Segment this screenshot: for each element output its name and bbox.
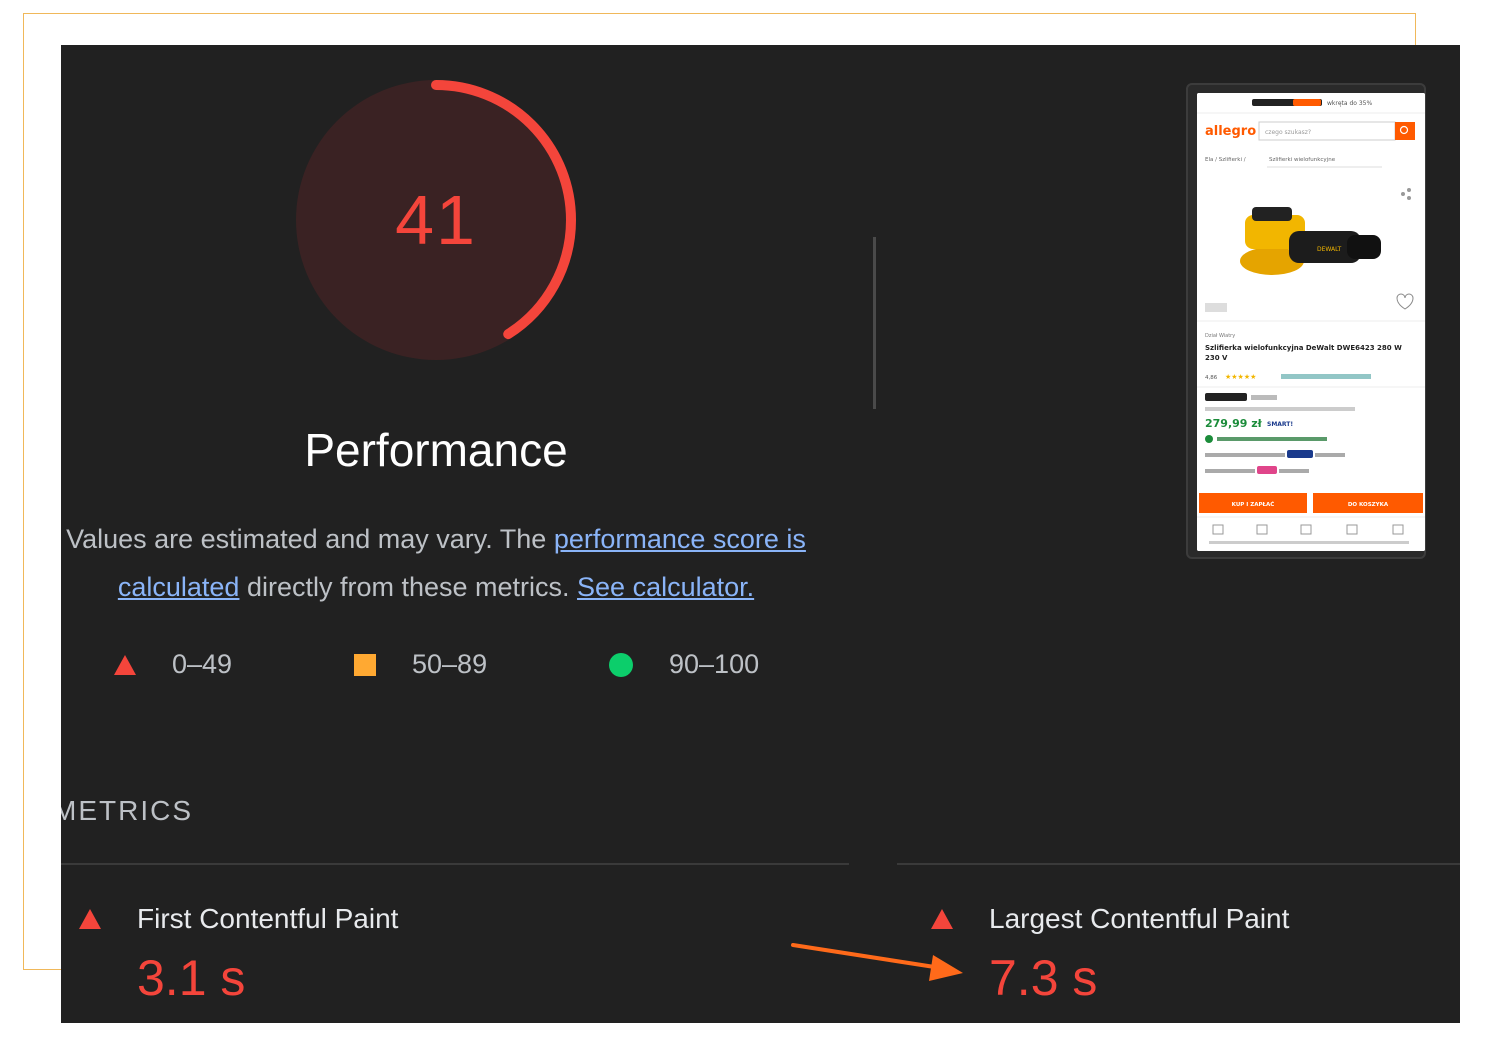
metrics-divider	[897, 863, 1460, 865]
final-screenshot-thumbnail[interactable]: wkręta do 35% allegro czego szukasz? Ela…	[1186, 83, 1426, 559]
category-title: Performance	[304, 424, 568, 476]
metrics-section-title: METRICS	[61, 795, 193, 826]
fail-triangle-icon	[114, 654, 136, 675]
screenshot-promo-text: wkręta do 35%	[1327, 100, 1372, 107]
see-calculator-link[interactable]: See calculator.	[577, 572, 754, 602]
score-description: Values are estimated and may vary. The p…	[61, 515, 821, 611]
pass-circle-icon	[609, 652, 633, 677]
screenshot-graphic: wkręta do 35% allegro czego szukasz? Ela…	[1197, 93, 1425, 551]
screenshot-buy-now: KUP I ZAPŁAĆ	[1232, 501, 1275, 508]
svg-text:Ela / Szlifierki /: Ela / Szlifierki /	[1205, 157, 1246, 163]
screenshot-price: 279,99 zł	[1205, 417, 1263, 430]
screenshot-search-placeholder: czego szukasz?	[1265, 129, 1311, 136]
fail-triangle-icon	[79, 909, 101, 929]
metric-value: 3.1 s	[137, 950, 246, 1006]
average-square-icon	[354, 653, 376, 676]
svg-text:Dział Wiatry: Dział Wiatry	[1205, 333, 1235, 339]
fail-triangle-icon	[931, 909, 953, 929]
screenshot-breadcrumb: Szlifierki wielofunkcyjne	[1269, 157, 1336, 163]
lighthouse-report: 41 Performance Values are estimated and …	[61, 45, 1460, 1023]
metric-value: 7.3 s	[989, 950, 1098, 1006]
legend-range: 90–100	[669, 649, 760, 679]
screenshot-smart: SMART!	[1267, 421, 1293, 428]
screenshot-product-title: Szlifierka wielofunkcyjna DeWalt DWE6423…	[1205, 344, 1402, 362]
metric-label: Largest Contentful Paint	[989, 903, 1290, 934]
annotation-arrow-icon	[791, 943, 963, 981]
svg-text:★★★★★: ★★★★★	[1225, 373, 1256, 381]
metrics-divider	[61, 863, 849, 865]
allegro-logo: allegro	[1205, 124, 1256, 139]
svg-text:DEWALT: DEWALT	[1317, 246, 1342, 253]
description-text: directly from these metrics.	[239, 572, 578, 602]
metric-label: First Contentful Paint	[137, 903, 399, 934]
screenshot-rating: 4,86	[1205, 375, 1218, 381]
page-screenshot: wkręta do 35% allegro czego szukasz? Ela…	[1197, 93, 1425, 551]
description-text: Values are estimated and may vary. The	[66, 524, 554, 554]
score-legend: 0–49 50–89 90–100	[61, 649, 821, 689]
legend-range: 50–89	[412, 649, 488, 679]
performance-gauge[interactable]: 41	[291, 75, 581, 365]
screenshot-add-to-cart: DO KOSZYKA	[1348, 502, 1389, 508]
performance-score: 41	[395, 181, 477, 259]
legend-average: 50–89	[354, 649, 487, 680]
vertical-divider	[873, 237, 876, 409]
legend-fail: 0–49	[114, 649, 232, 680]
legend-pass: 90–100	[609, 649, 759, 680]
legend-range: 0–49	[172, 649, 233, 679]
